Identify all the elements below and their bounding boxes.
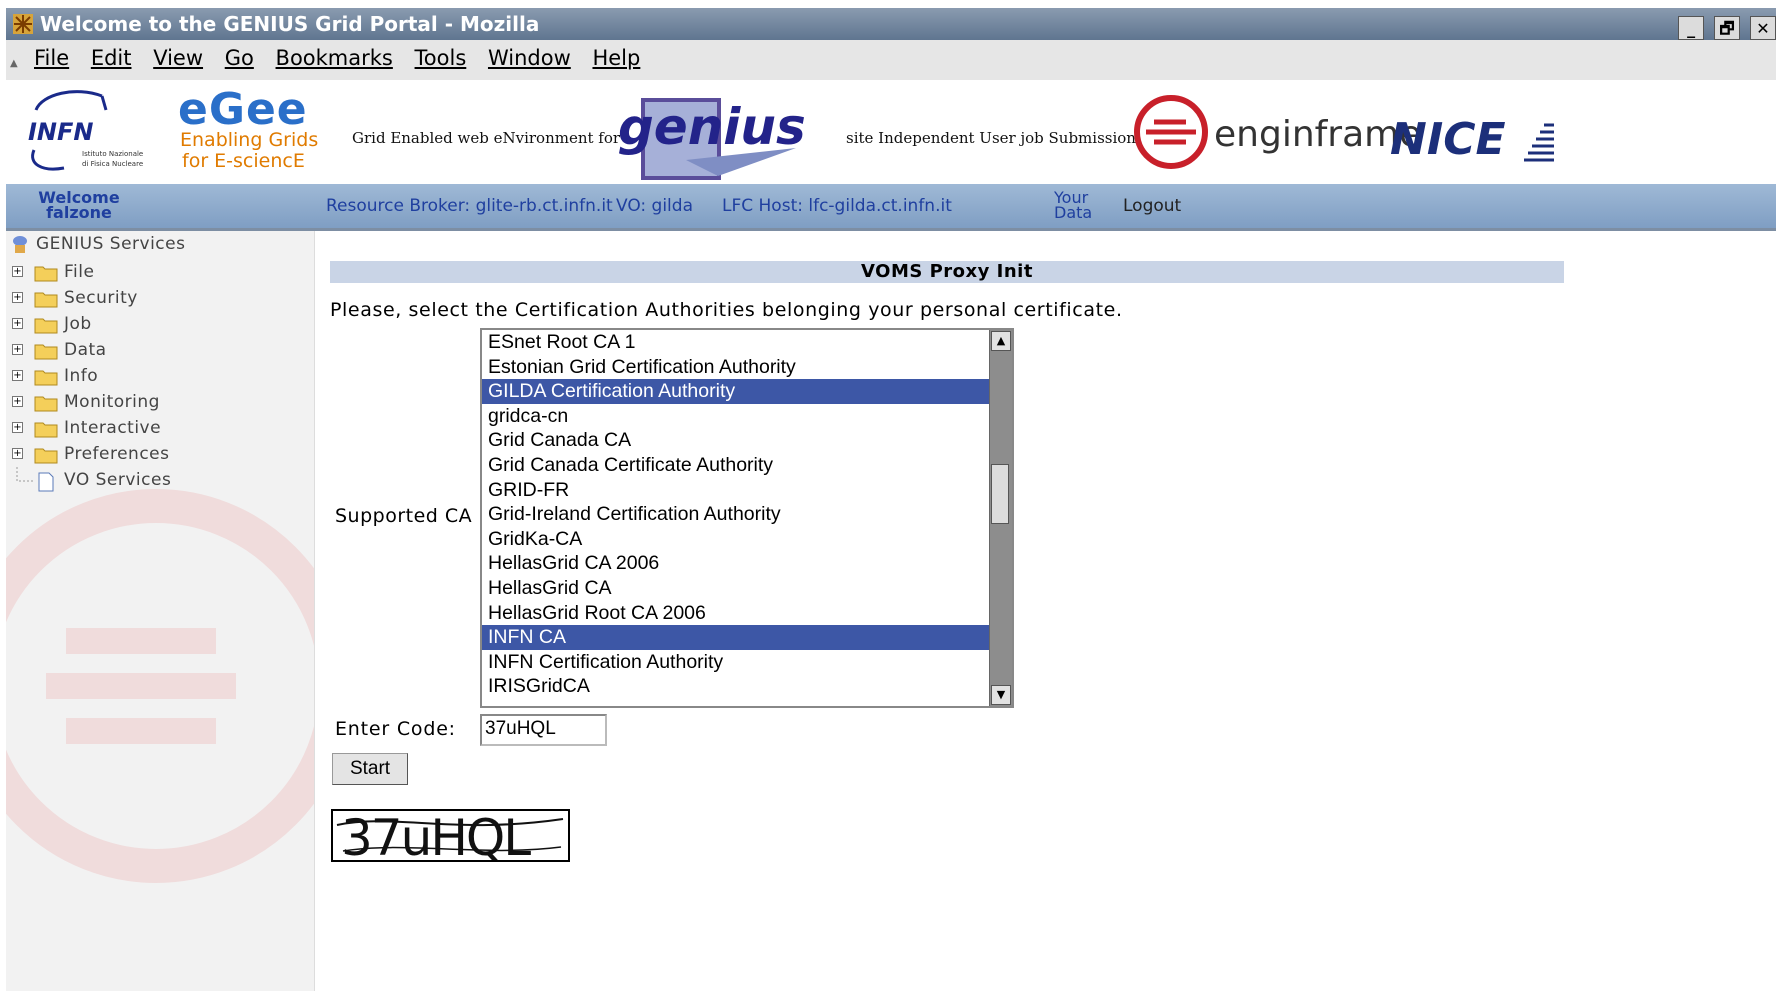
svg-text:for E-sciencE: for E-sciencE [182,150,305,172]
svg-text:NICE: NICE [1390,114,1506,165]
vo-info: VO: gilda [616,196,693,216]
captcha-graphic: 37uHQL [336,811,564,860]
folder-icon [34,422,58,438]
ca-option[interactable]: ESnet Root CA 1 [482,330,992,355]
folder-icon [34,448,58,464]
resource-broker-info: Resource Broker: glite-rb.ct.infn.it [326,196,613,216]
ca-option[interactable]: Grid Canada CA [482,428,992,453]
ca-option[interactable]: HellasGrid CA 2006 [482,551,992,576]
enginframe-logo: enginframe [1134,95,1421,169]
genius-logo: genius [618,98,806,180]
maximize-button[interactable]: 🗗 [1714,16,1741,40]
svg-text:37uHQL: 37uHQL [341,811,531,860]
welcome-user: Welcome falzone [38,188,120,222]
ca-option-selected[interactable]: GILDA Certification Authority [482,379,992,404]
expand-icon[interactable]: + [12,266,23,277]
svg-text:Enabling Grids: Enabling Grids [180,129,318,151]
svg-text:genius: genius [618,98,806,156]
folder-icon [34,396,58,412]
page-title: VOMS Proxy Init [330,261,1564,283]
logout-link[interactable]: Logout [1123,196,1181,216]
services-root-icon [13,236,27,253]
window-title: Welcome to the GENIUS Grid Portal - Mozi… [40,12,540,36]
ca-option[interactable]: IRISGridCA [482,674,992,699]
expand-icon[interactable]: + [12,370,23,381]
infn-logo: INFN Istituto Nazionale di Fisica Nuclea… [28,90,143,171]
nice-logo: NICE [1390,114,1554,165]
title-bar: Welcome to the GENIUS Grid Portal - Mozi… [6,8,1776,40]
folder-icon [34,344,58,360]
folder-icon [34,318,58,334]
code-input[interactable]: 37uHQL [480,714,607,746]
menu-window[interactable]: Window [488,46,571,70]
expand-icon[interactable]: + [12,318,23,329]
ca-listbox[interactable]: ESnet Root CA 1 Estonian Grid Certificat… [480,328,1014,708]
listbox-scrollbar[interactable]: ▲ ▼ [989,330,1012,706]
svg-text:Istituto Nazionale: Istituto Nazionale [82,150,143,158]
folder-icon [34,292,58,308]
main-content: VOMS Proxy Init Please, select the Certi… [320,231,1776,991]
instruction-text: Please, select the Certification Authori… [330,299,1123,321]
ca-option-selected[interactable]: INFN CA [482,625,992,650]
scroll-down-icon[interactable]: ▼ [991,685,1011,705]
genius-description-right: site Independent User job Submission [846,129,1136,147]
egee-logo: eGee Enabling Grids for E-sciencE [178,84,318,172]
expand-icon[interactable]: + [12,396,23,407]
ca-option[interactable]: HellasGrid Root CA 2006 [482,601,992,626]
mozilla-app-icon [13,14,33,34]
genius-description-left: Grid Enabled web eNvironment for [352,129,621,147]
ca-options: ESnet Root CA 1 Estonian Grid Certificat… [482,330,992,699]
folder-icon [34,370,58,386]
menu-bookmarks[interactable]: Bookmarks [276,46,393,70]
scrollbar-thumb[interactable] [991,464,1009,524]
menu-edit[interactable]: Edit [91,46,132,70]
menu-tools[interactable]: Tools [415,46,467,70]
ca-option[interactable]: GridKa-CA [482,527,992,552]
ca-option[interactable]: gridca-cn [482,404,992,429]
supported-ca-label: Supported CA [335,505,473,527]
svg-text:INFN: INFN [28,118,94,146]
banner-graphics: INFN Istituto Nazionale di Fisica Nuclea… [28,84,1554,180]
ca-option[interactable]: GRID-FR [482,478,992,503]
page-icon [38,472,54,492]
captcha-image: 37uHQL [331,809,570,862]
ca-option[interactable]: Grid-Ireland Certification Authority [482,502,992,527]
browser-window: Welcome to the GENIUS Grid Portal - Mozi… [6,8,1776,991]
minimize-button[interactable]: _ [1678,16,1705,40]
window-controls: _ 🗗 ✕ [1675,11,1776,43]
scroll-up-icon[interactable]: ▲ [991,331,1011,351]
menu-go[interactable]: Go [225,46,254,70]
menu-file[interactable]: File [34,46,69,70]
ca-option[interactable]: Estonian Grid Certification Authority [482,355,992,380]
svg-text:di Fisica Nucleare: di Fisica Nucleare [82,160,143,168]
services-sidebar: GENIUS Services + File + Security + Job … [6,231,315,991]
folder-icon [34,266,58,282]
menu-help[interactable]: Help [592,46,640,70]
menu-bar: ▲ File Edit View Go Bookmarks Tools Wind… [6,40,1776,81]
tree-line-icon [16,467,34,482]
start-button[interactable]: Start [332,753,408,785]
enter-code-label: Enter Code: [335,718,456,740]
toolbar-grip-icon[interactable]: ▲ [10,58,20,69]
ca-option[interactable]: Grid Canada Certificate Authority [482,453,992,478]
ca-option[interactable]: INFN Certification Authority [482,650,992,675]
ca-option[interactable]: HellasGrid CA [482,576,992,601]
close-button[interactable]: ✕ [1750,16,1776,40]
expand-icon[interactable]: + [12,422,23,433]
svg-text:eGee: eGee [178,84,308,135]
expand-icon[interactable]: + [12,344,23,355]
menu-view[interactable]: View [153,46,203,70]
lfc-host-info: LFC Host: lfc-gilda.ct.infn.it [722,196,952,216]
portal-banner: INFN Istituto Nazionale di Fisica Nuclea… [6,80,1776,184]
your-data-link[interactable]: Your Data [1054,190,1092,221]
expand-icon[interactable]: + [12,292,23,303]
portal-nav-bar: Welcome falzone Resource Broker: glite-r… [6,184,1776,231]
expand-icon[interactable]: + [12,448,23,459]
